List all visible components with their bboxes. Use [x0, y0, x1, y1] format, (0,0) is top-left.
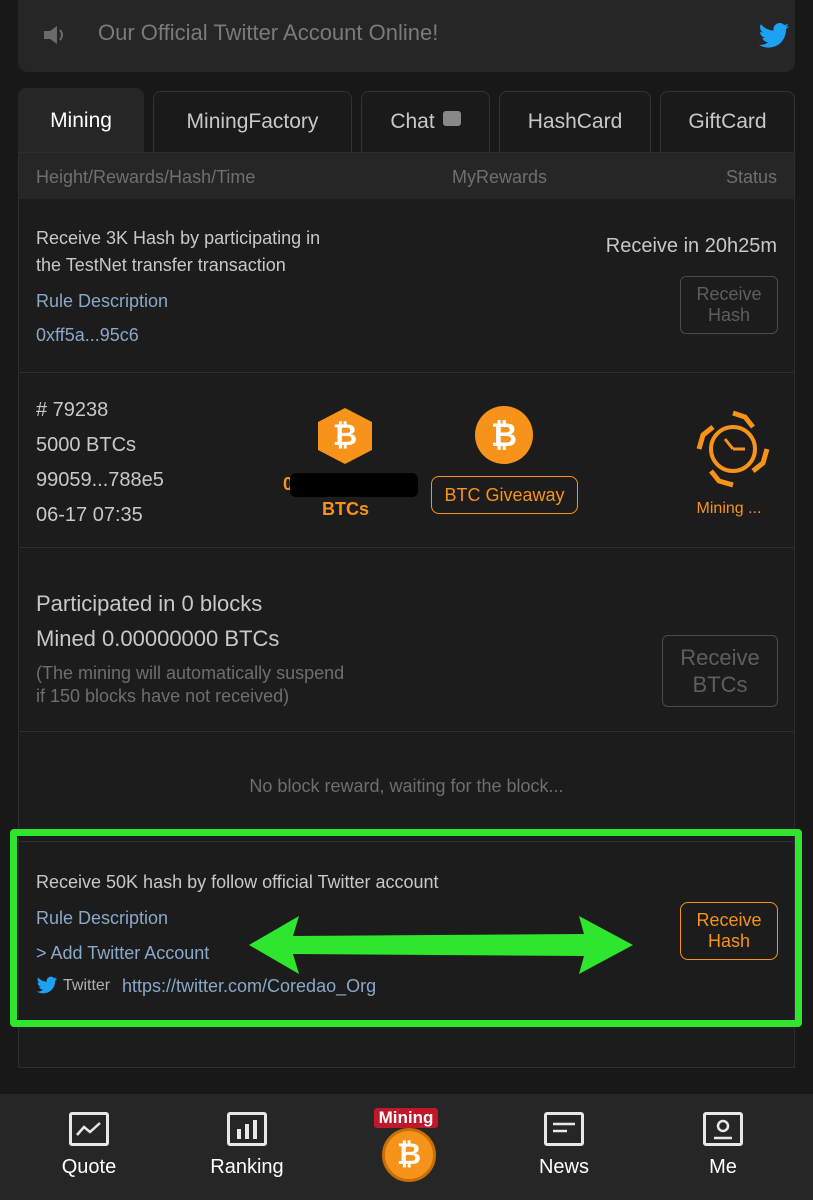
countdown-text: Receive in 20h25m	[605, 235, 777, 257]
tab-label: Mining	[50, 108, 112, 132]
nav-label: Mining	[374, 1108, 438, 1128]
highlight-box	[10, 829, 802, 1027]
empty-message: No block reward, waiting for the block..…	[249, 776, 564, 796]
tab-giftcard[interactable]: GiftCard	[660, 91, 795, 152]
button-line: Receive	[696, 284, 762, 304]
task-line: the TestNet transfer transaction	[36, 255, 286, 275]
btc-coin-icon: ₿	[475, 406, 533, 464]
button-line: Hash	[707, 305, 751, 325]
tab-mining-factory[interactable]: MiningFactory	[153, 91, 352, 152]
redacted-value	[290, 473, 418, 497]
column-middle: MyRewards	[452, 167, 548, 187]
twitter-icon[interactable]	[758, 22, 790, 50]
button-line: BTCs	[692, 672, 748, 697]
tab-chat[interactable]: Chat	[361, 91, 490, 152]
announcement-bar[interactable]: Our Official Twitter Account Online!	[18, 0, 795, 72]
testnet-task-row: Receive 3K Hash by participating in the …	[19, 199, 794, 373]
wallet-address[interactable]: 0xff5a...95c6	[36, 325, 139, 346]
nav-label: News	[538, 1156, 589, 1178]
tab-label: Chat	[390, 110, 435, 133]
empty-state-row: No block reward, waiting for the block..…	[19, 732, 794, 842]
note-line: (The mining will automatically suspend	[36, 663, 345, 683]
task-description: Receive 3K Hash by participating in the …	[36, 225, 320, 279]
announcement-text: Our Official Twitter Account Online!	[98, 20, 439, 45]
nav-ranking[interactable]: Ranking	[187, 1094, 307, 1200]
tab-label: MiningFactory	[186, 110, 319, 133]
participated-blocks: Participated in 0 blocks	[36, 591, 263, 616]
news-icon	[544, 1112, 584, 1146]
chat-bubble-icon	[442, 110, 461, 126]
tab-mining[interactable]: Mining	[18, 88, 144, 152]
summary-row: Participated in 0 blocks Mined 0.0000000…	[19, 548, 794, 732]
nav-me[interactable]: Me	[663, 1094, 783, 1200]
profile-icon	[703, 1112, 743, 1146]
column-left: Height/Rewards/Hash/Time	[36, 167, 256, 187]
my-reward-unit: BTCs	[322, 499, 370, 519]
note-line: if 150 blocks have not received)	[36, 686, 290, 706]
chart-monitor-icon	[69, 1112, 109, 1146]
tab-bar: Mining MiningFactory Chat HashCard GiftC…	[18, 88, 795, 152]
nav-label: Ranking	[210, 1156, 284, 1178]
receive-btcs-button[interactable]: Receive BTCs	[662, 635, 778, 707]
nav-news[interactable]: News	[504, 1094, 624, 1200]
btc-hexagon-icon: ₿	[318, 408, 372, 464]
mining-status-text: Mining ...	[696, 500, 762, 517]
block-time: 06-17 07:35	[36, 504, 143, 526]
suspend-note: (The mining will automatically suspend i…	[36, 662, 344, 708]
tab-hashcard[interactable]: HashCard	[499, 91, 651, 152]
column-header: Height/Rewards/Hash/Time MyRewards Statu…	[19, 153, 794, 199]
receive-hash-button[interactable]: Receive Hash	[680, 276, 778, 334]
nav-quote[interactable]: Quote	[29, 1094, 149, 1200]
rule-description-link[interactable]: Rule Description	[36, 291, 168, 312]
button-line: Receive	[680, 645, 760, 670]
speaker-icon	[44, 26, 63, 44]
task-line: Receive 3K Hash by participating in	[36, 228, 321, 248]
nav-label: Quote	[61, 1156, 117, 1178]
mined-amount: Mined 0.00000000 BTCs	[36, 626, 280, 651]
btc-giveaway-button[interactable]: BTC Giveaway	[431, 476, 578, 514]
bottom-nav: Quote Ranking Mining ₿ News Me	[0, 1094, 813, 1200]
bar-chart-icon	[227, 1112, 267, 1146]
block-row: # 79238 5000 BTCs 99059...788e5 06-17 07…	[19, 373, 794, 548]
mining-gear-icon	[696, 410, 770, 488]
tab-label: HashCard	[527, 110, 623, 133]
column-right: Status	[725, 167, 777, 187]
block-reward: 5000 BTCs	[36, 434, 137, 456]
block-height: # 79238	[36, 399, 109, 421]
mining-logo-icon: ₿	[382, 1128, 436, 1182]
block-hash[interactable]: 99059...788e5	[36, 463, 164, 498]
nav-label: Me	[709, 1156, 737, 1178]
nav-mining[interactable]: Mining ₿	[346, 1094, 466, 1200]
block-info: # 79238 5000 BTCs 99059...788e5 06-17 07…	[36, 393, 164, 533]
tab-label: GiftCard	[688, 110, 767, 133]
